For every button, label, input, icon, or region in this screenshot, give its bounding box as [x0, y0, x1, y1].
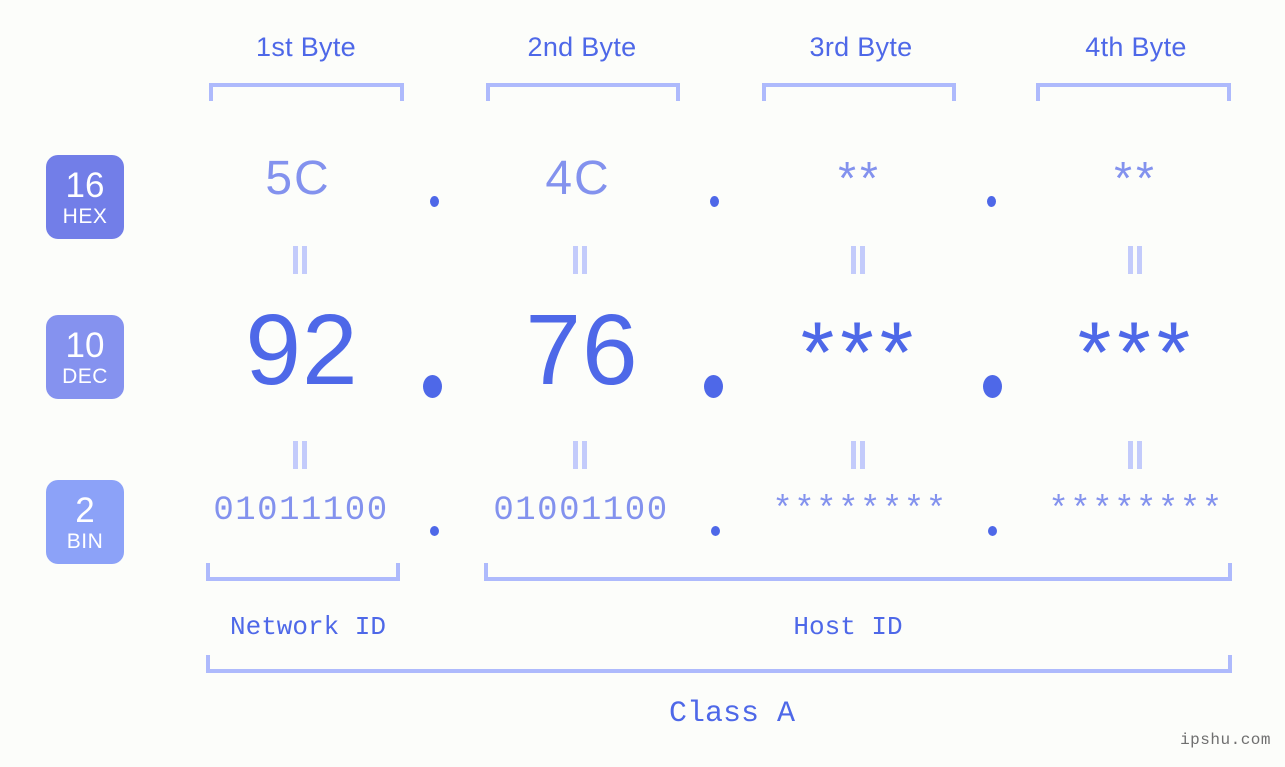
base-badge-hex-number: 16: [65, 165, 105, 205]
bin-separator-dot-1: [430, 526, 439, 536]
network-id-bracket: [206, 563, 400, 581]
byte-bracket-top-4: [1036, 83, 1231, 101]
equals-marker-dec-bin-2: [573, 441, 589, 469]
equals-marker-hex-dec-2: [573, 246, 589, 274]
byte-bracket-top-1: [209, 83, 404, 101]
dec-separator-dot-3: [983, 375, 1002, 398]
hex-separator-dot-2: [710, 196, 719, 207]
dec-byte-3: ***: [800, 305, 920, 401]
byte-bracket-top-3: [762, 83, 956, 101]
byte-column-label-1: 1st Byte: [256, 32, 356, 62]
host-id-bracket: [484, 563, 1232, 581]
byte-bracket-top-2: [486, 83, 680, 101]
equals-marker-dec-bin-3: [851, 441, 867, 469]
base-badge-hex-name: HEX: [62, 204, 108, 228]
byte-column-label-3: 3rd Byte: [809, 32, 913, 62]
site-watermark: ipshu.com: [1180, 731, 1271, 749]
class-label: Class A: [668, 697, 796, 731]
base-badge-bin-number: 2: [75, 490, 95, 530]
base-badge-dec: 10 DEC: [46, 315, 124, 399]
dec-separator-dot-2: [704, 375, 723, 398]
base-badge-dec-name: DEC: [62, 364, 108, 388]
base-badge-bin-name: BIN: [66, 529, 104, 553]
equals-marker-hex-dec-3: [851, 246, 867, 274]
hex-byte-1: 5C: [265, 152, 331, 205]
dec-byte-4: ***: [1077, 305, 1197, 401]
hex-byte-4: **: [1114, 152, 1158, 204]
dec-byte-2: 76: [525, 294, 639, 406]
base-badge-hex: 16 HEX: [46, 155, 124, 239]
bin-separator-dot-3: [988, 526, 997, 536]
equals-marker-hex-dec-1: [293, 246, 309, 274]
bin-byte-4: ********: [1048, 492, 1224, 530]
byte-column-label-2: 2nd Byte: [527, 32, 637, 62]
hex-byte-2: 4C: [545, 152, 611, 205]
byte-column-label-4: 4th Byte: [1085, 32, 1187, 62]
bin-byte-3: ********: [772, 492, 948, 530]
hex-separator-dot-3: [987, 196, 996, 207]
ip-breakdown-diagram: 1st Byte 2nd Byte 3rd Byte 4th Byte 16 H…: [0, 0, 1285, 767]
hex-separator-dot-1: [430, 196, 439, 207]
equals-marker-dec-bin-4: [1128, 441, 1144, 469]
equals-marker-dec-bin-1: [293, 441, 309, 469]
bin-byte-2: 01001100: [493, 492, 669, 530]
dec-byte-1: 92: [245, 294, 359, 406]
bin-byte-1: 01011100: [213, 492, 389, 530]
equals-marker-hex-dec-4: [1128, 246, 1144, 274]
network-id-label: Network ID: [229, 612, 387, 642]
base-badge-dec-number: 10: [65, 325, 105, 365]
base-badge-bin: 2 BIN: [46, 480, 124, 564]
class-bracket: [206, 655, 1232, 673]
dec-separator-dot-1: [423, 375, 442, 398]
bin-separator-dot-2: [711, 526, 720, 536]
hex-byte-3: **: [838, 152, 882, 204]
host-id-label: Host ID: [793, 612, 903, 642]
